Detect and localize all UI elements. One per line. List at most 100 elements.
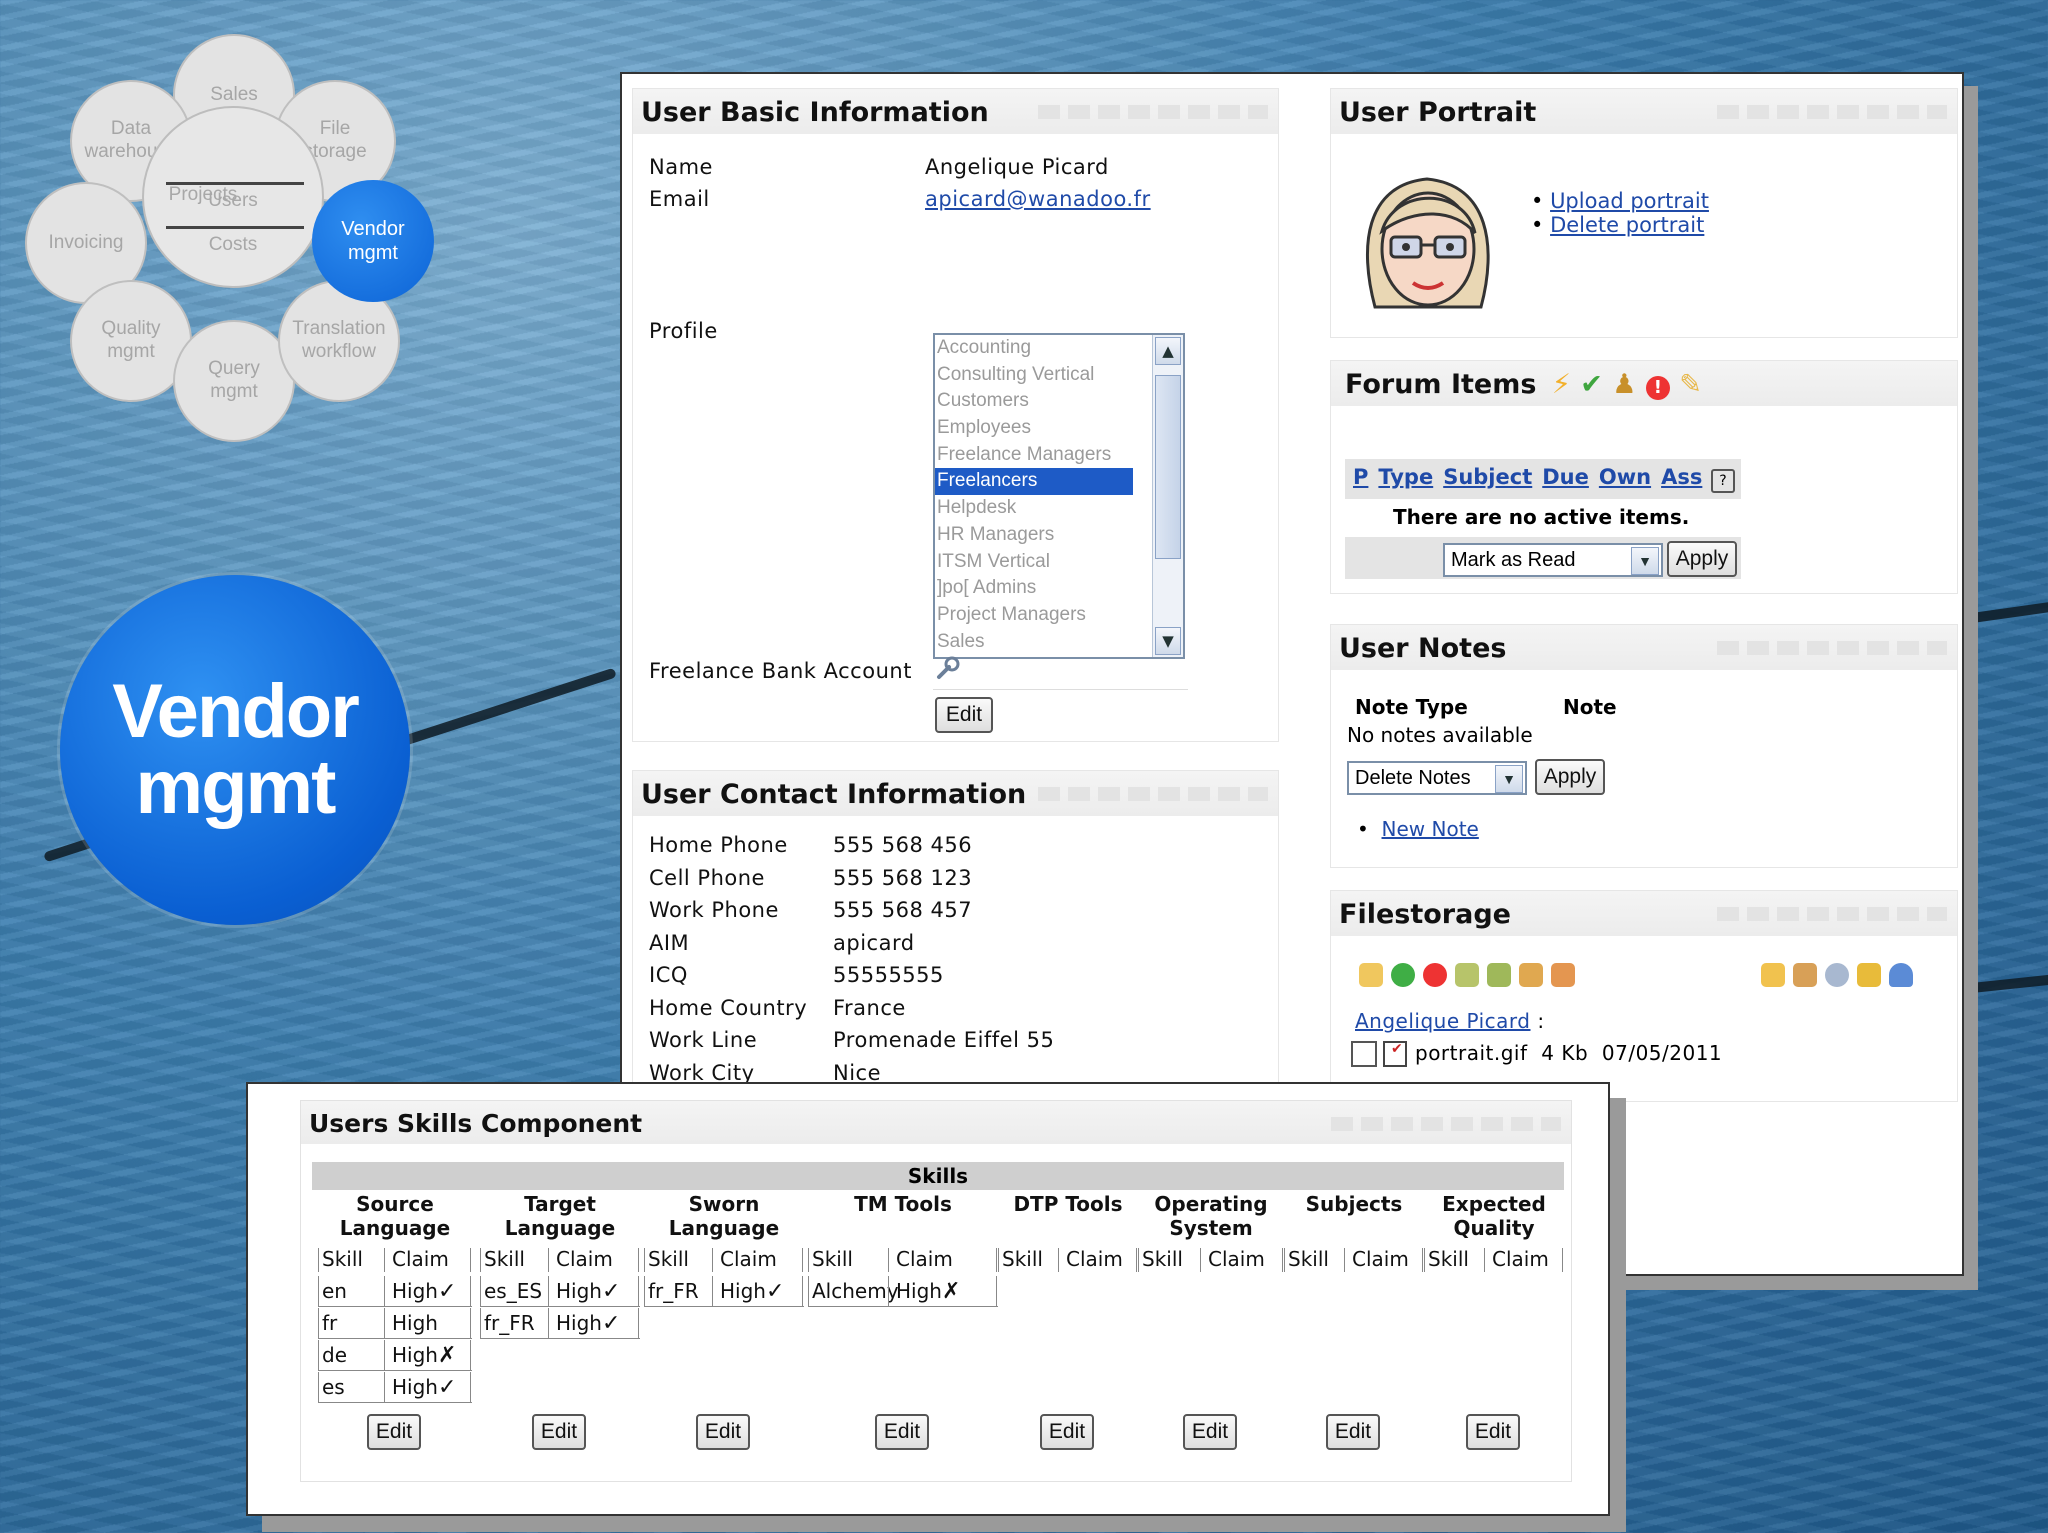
check-icon[interactable]: ✓: [438, 1375, 456, 1400]
help-icon[interactable]: ?: [1711, 469, 1735, 493]
upload-icon[interactable]: [1487, 963, 1511, 987]
alert-icon[interactable]: !: [1645, 376, 1670, 400]
divider: [933, 689, 1188, 690]
check-icon[interactable]: ✔: [1580, 369, 1603, 400]
profile-option[interactable]: Customers: [935, 388, 1183, 415]
profile-option[interactable]: Consulting Vertical: [935, 362, 1183, 389]
edit-skills-button[interactable]: Edit: [532, 1414, 586, 1450]
check-icon[interactable]: ✓: [766, 1279, 784, 1304]
file-name[interactable]: portrait.gif: [1415, 1041, 1528, 1065]
forum-apply-button[interactable]: Apply: [1667, 541, 1737, 577]
skill-value: fr_FR: [648, 1279, 699, 1303]
new-note-link[interactable]: New Note: [1382, 817, 1479, 841]
notes-action-select[interactable]: Delete Notes ▼: [1347, 761, 1527, 795]
notes-apply-button[interactable]: Apply: [1535, 759, 1605, 795]
profile-option[interactable]: Sales: [935, 629, 1183, 656]
users-icon[interactable]: ♟: [1612, 369, 1636, 400]
delete-icon[interactable]: [1423, 963, 1447, 987]
download-icon[interactable]: [1455, 963, 1479, 987]
profile-option[interactable]: HR Managers: [935, 522, 1183, 549]
listbox-scrollbar[interactable]: ▲ ▼: [1152, 335, 1183, 657]
edit-skills-button[interactable]: Edit: [1040, 1414, 1094, 1450]
file-checkbox[interactable]: [1351, 1041, 1377, 1067]
owner-link[interactable]: Angelique Picard: [1355, 1009, 1531, 1033]
divider: [808, 1276, 809, 1306]
petal-vendor-mgmt[interactable]: Vendor mgmt: [312, 180, 434, 302]
profile-option[interactable]: Freelancers: [935, 468, 1133, 496]
divider: [470, 1248, 471, 1272]
delete-portrait-link[interactable]: Delete portrait: [1550, 213, 1704, 237]
divider: [548, 1308, 549, 1338]
check-icon[interactable]: ✓: [602, 1279, 620, 1304]
forum-column-type[interactable]: Type: [1378, 465, 1433, 489]
edit-file-icon[interactable]: ✔: [1383, 1041, 1407, 1067]
edit-skills-button[interactable]: Edit: [1326, 1414, 1380, 1450]
skill-column-label: Skill: [648, 1247, 689, 1271]
edit-skills-button[interactable]: Edit: [1183, 1414, 1237, 1450]
divider: [384, 1276, 385, 1306]
profile-option[interactable]: Employees: [935, 415, 1183, 442]
claim-column-label: Claim: [1352, 1247, 1409, 1271]
scroll-up-icon[interactable]: ▲: [1155, 337, 1181, 365]
panel-controls[interactable]: [1331, 1117, 1561, 1131]
cross-icon[interactable]: ✗: [438, 1343, 456, 1368]
forum-column-p[interactable]: P: [1353, 465, 1368, 489]
forum-column-due[interactable]: Due: [1542, 465, 1589, 489]
cross-icon[interactable]: ✗: [942, 1279, 960, 1304]
lock-icon[interactable]: [1519, 963, 1543, 987]
skills-column-header: Operating System: [1154, 1192, 1268, 1240]
panel-controls[interactable]: [1717, 907, 1947, 921]
lightning-icon[interactable]: ⚡: [1552, 369, 1571, 400]
profile-option[interactable]: Helpdesk: [935, 495, 1183, 522]
claim-column-label: Claim: [556, 1247, 613, 1271]
claim-value: High✓: [720, 1279, 785, 1304]
forum-column-own[interactable]: Own: [1599, 465, 1651, 489]
unlock-icon[interactable]: [1551, 963, 1575, 987]
divider: [384, 1340, 385, 1370]
check-icon[interactable]: ✓: [438, 1279, 456, 1304]
upload-portrait-link[interactable]: Upload portrait: [1550, 189, 1709, 213]
edit-skills-button[interactable]: Edit: [367, 1414, 421, 1450]
petal-query[interactable]: Query mgmt: [173, 320, 295, 442]
edit-skills-button[interactable]: Edit: [696, 1414, 750, 1450]
divider: [318, 1340, 319, 1370]
profile-option[interactable]: ITSM Vertical: [935, 549, 1183, 576]
wrench-icon[interactable]: [935, 655, 961, 681]
divider: [996, 1248, 997, 1272]
forum-action-select[interactable]: Mark as Read ▼: [1443, 543, 1663, 577]
edit-skills-button[interactable]: Edit: [1466, 1414, 1520, 1450]
home-icon[interactable]: [1793, 963, 1817, 987]
center-costs[interactable]: Costs: [144, 234, 322, 256]
panel-controls[interactable]: [1038, 787, 1268, 801]
scroll-down-icon[interactable]: ▼: [1155, 627, 1181, 655]
panel-controls[interactable]: [1038, 105, 1268, 119]
section-title: User Contact Information: [633, 771, 1278, 816]
panel-controls[interactable]: [1717, 641, 1947, 655]
user-icon[interactable]: [1889, 963, 1913, 987]
profile-option[interactable]: Freelance Managers: [935, 442, 1183, 469]
profile-option[interactable]: Project Managers: [935, 602, 1183, 629]
profile-listbox[interactable]: Accounting Consulting Vertical Customers Em…: [933, 333, 1185, 659]
divider: [470, 1340, 471, 1370]
new-folder-icon[interactable]: [1359, 963, 1383, 987]
section-title: User Basic Information: [633, 89, 1278, 134]
check-icon[interactable]: ✓: [602, 1311, 620, 1336]
refresh-icon[interactable]: [1825, 963, 1849, 987]
forum-column-subject[interactable]: Subject: [1443, 465, 1532, 489]
add-icon[interactable]: [1391, 963, 1415, 987]
profile-option[interactable]: ]po[ Admins: [935, 575, 1183, 602]
divider: [996, 1276, 997, 1306]
email-link[interactable]: apicard@wanadoo.fr: [925, 187, 1151, 211]
forum-column-ass[interactable]: Ass: [1661, 465, 1702, 489]
contact-value: 555 568 456: [833, 833, 973, 857]
scroll-thumb[interactable]: [1155, 375, 1181, 559]
key-icon[interactable]: [1857, 963, 1881, 987]
divider: [1344, 1248, 1345, 1272]
up-folder-icon[interactable]: [1761, 963, 1785, 987]
panel-controls[interactable]: [1717, 105, 1947, 119]
edit-skills-button[interactable]: Edit: [875, 1414, 929, 1450]
profile-option[interactable]: Accounting: [935, 335, 1183, 362]
pencil-icon[interactable]: ✎: [1679, 369, 1702, 400]
center-users[interactable]: Users: [144, 190, 322, 212]
edit-basic-button[interactable]: Edit: [935, 697, 993, 733]
